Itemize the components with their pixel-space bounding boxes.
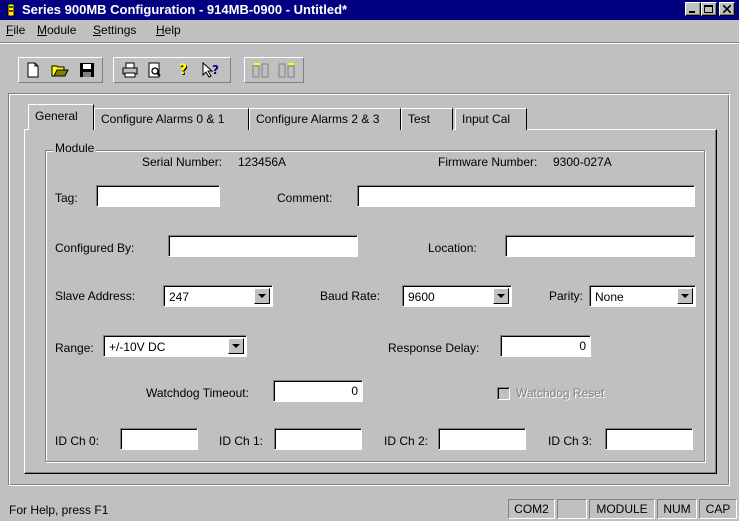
- baud-rate-label: Baud Rate:: [320, 289, 381, 303]
- id-ch0-label: ID Ch 0:: [55, 434, 100, 448]
- status-port: COM2: [508, 499, 555, 519]
- tab-general[interactable]: General: [28, 104, 94, 130]
- status-cap: CAP: [699, 499, 737, 519]
- id-ch3-input[interactable]: [605, 428, 693, 450]
- save-disk-icon[interactable]: [75, 59, 98, 81]
- toolbar-separator: [0, 42, 739, 44]
- menu-help[interactable]: Help: [156, 23, 181, 37]
- read-module-icon[interactable]: [249, 59, 272, 81]
- print-icon[interactable]: [118, 59, 141, 81]
- comment-label: Comment:: [277, 191, 333, 205]
- id-ch1-label: ID Ch 1:: [219, 434, 264, 448]
- range-value: +/-10V DC: [109, 340, 166, 354]
- id-ch2-label: ID Ch 2:: [384, 434, 429, 448]
- watchdog-reset-checkbox[interactable]: [497, 387, 510, 400]
- menu-bar: File Module Settings Help: [0, 20, 739, 40]
- serial-number-label: Serial Number:: [142, 155, 223, 169]
- range-label: Range:: [55, 341, 94, 355]
- tab-input-cal[interactable]: Input Cal: [455, 108, 527, 130]
- context-help-icon[interactable]: ?: [200, 59, 223, 81]
- svg-text:?: ?: [179, 62, 187, 78]
- id-ch1-input[interactable]: [274, 428, 362, 450]
- range-select[interactable]: +/-10V DC: [103, 335, 247, 357]
- id-ch3-label: ID Ch 3:: [548, 434, 593, 448]
- chevron-down-icon[interactable]: [493, 288, 509, 304]
- status-help-text: For Help, press F1: [9, 503, 109, 517]
- menu-file[interactable]: File: [6, 23, 25, 37]
- module-group-label: Module: [53, 141, 97, 155]
- parity-select[interactable]: None: [589, 285, 696, 307]
- id-ch0-input[interactable]: [120, 428, 198, 450]
- tag-label: Tag:: [55, 191, 78, 205]
- configured-by-input[interactable]: [168, 235, 358, 257]
- app-icon[interactable]: [3, 2, 19, 18]
- maximize-button[interactable]: [701, 2, 717, 16]
- tab-test[interactable]: Test: [401, 108, 453, 130]
- chevron-down-icon[interactable]: [228, 338, 244, 354]
- help-icon[interactable]: ??: [172, 59, 195, 81]
- parity-label: Parity:: [549, 289, 584, 303]
- configured-by-label: Configured By:: [55, 241, 135, 255]
- menu-module[interactable]: Module: [37, 23, 76, 37]
- response-delay-input[interactable]: [500, 335, 591, 357]
- location-label: Location:: [428, 241, 477, 255]
- svg-text:?: ?: [212, 63, 219, 77]
- slave-address-value: 247: [169, 290, 190, 304]
- tab-configure-alarms-0-1[interactable]: Configure Alarms 0 & 1: [94, 108, 249, 130]
- open-folder-icon[interactable]: [48, 59, 71, 81]
- print-preview-icon[interactable]: [143, 59, 166, 81]
- watchdog-timeout-input[interactable]: [273, 380, 363, 402]
- firmware-number-label: Firmware Number:: [438, 155, 538, 169]
- status-blank: [557, 499, 587, 519]
- new-file-icon[interactable]: [21, 59, 44, 81]
- menu-settings[interactable]: Settings: [93, 23, 136, 37]
- watchdog-timeout-label: Watchdog Timeout:: [146, 386, 249, 400]
- location-input[interactable]: [505, 235, 695, 257]
- baud-rate-value: 9600: [408, 290, 435, 304]
- title-bar[interactable]: Series 900MB Configuration - 914MB-0900 …: [0, 0, 739, 20]
- tag-input[interactable]: [96, 185, 220, 207]
- parity-value: None: [595, 290, 624, 304]
- window-title: Series 900MB Configuration - 914MB-0900 …: [22, 2, 348, 17]
- close-button[interactable]: [719, 2, 735, 16]
- firmware-number-value: 9300-027A: [553, 155, 612, 169]
- response-delay-label: Response Delay:: [388, 341, 480, 355]
- comment-input[interactable]: [357, 185, 695, 207]
- status-module: MODULE: [589, 499, 655, 519]
- minimize-button[interactable]: [685, 2, 701, 16]
- serial-number-value: 123456A: [238, 155, 287, 169]
- slave-address-select[interactable]: 247: [163, 285, 273, 307]
- tab-configure-alarms-2-3[interactable]: Configure Alarms 2 & 3: [249, 108, 401, 130]
- status-num: NUM: [657, 499, 697, 519]
- write-module-icon[interactable]: [275, 59, 298, 81]
- baud-rate-select[interactable]: 9600: [402, 285, 512, 307]
- slave-address-label: Slave Address:: [55, 289, 136, 303]
- id-ch2-input[interactable]: [438, 428, 526, 450]
- chevron-down-icon[interactable]: [254, 288, 270, 304]
- watchdog-reset-label: Watchdog Reset: [516, 386, 605, 400]
- chevron-down-icon[interactable]: [677, 288, 693, 304]
